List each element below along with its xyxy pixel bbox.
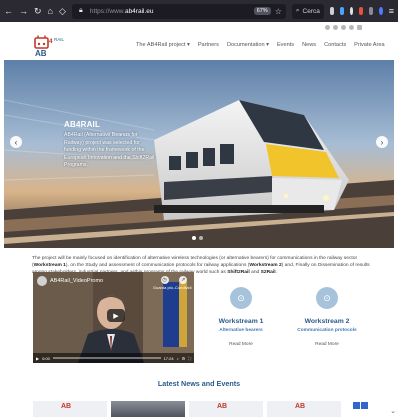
instagram-icon[interactable] bbox=[357, 25, 362, 30]
lock-icon: 🔒︎ bbox=[79, 7, 83, 14]
news-card[interactable]: AB bbox=[189, 401, 263, 417]
slider-next-button[interactable]: › bbox=[376, 136, 388, 148]
slider-dot[interactable] bbox=[192, 236, 196, 240]
hero-title: AB4RAIL bbox=[64, 120, 101, 129]
chevron-left-icon: ‹ bbox=[14, 137, 18, 147]
svg-text:AB: AB bbox=[35, 49, 47, 57]
floating-buttons bbox=[353, 402, 368, 409]
train-image bbox=[4, 60, 394, 248]
workstream-title: Workstream 1 bbox=[218, 318, 264, 325]
news-card[interactable] bbox=[111, 401, 185, 417]
nav-item-events[interactable]: Events bbox=[277, 42, 294, 48]
chevron-right-icon: › bbox=[380, 137, 384, 147]
extension-icon[interactable] bbox=[359, 7, 364, 15]
play-icon[interactable]: ▶ bbox=[36, 356, 39, 361]
news-card[interactable]: AB bbox=[33, 401, 107, 417]
reload-icon[interactable]: ↻ bbox=[34, 6, 42, 16]
fullscreen-icon[interactable]: ⛶ bbox=[188, 356, 191, 361]
play-icon: ▶ bbox=[113, 312, 119, 320]
svg-text:RAIL: RAIL bbox=[54, 37, 65, 42]
slider-dot[interactable] bbox=[199, 236, 203, 240]
facebook-icon[interactable] bbox=[325, 25, 330, 30]
current-time: 0:00 bbox=[42, 355, 50, 361]
share-button[interactable]: ↗ Condividi bbox=[175, 276, 191, 290]
video-title[interactable]: AB4Rail_VideoPromo bbox=[50, 278, 103, 284]
news-card[interactable]: AB bbox=[267, 401, 341, 417]
news-heading: Latest News and Events bbox=[157, 379, 241, 388]
nav-item-private-area[interactable]: Private Area bbox=[354, 42, 384, 48]
slider-pagination bbox=[192, 236, 203, 240]
bookmark-star-icon[interactable]: ☆ bbox=[275, 7, 282, 16]
menu-icon[interactable]: ≡ bbox=[389, 6, 394, 16]
hero-slider: AB4RAIL AB4Rail (Alternative Bearers for… bbox=[4, 60, 394, 248]
chat-icon[interactable] bbox=[353, 402, 360, 409]
nav-item-partners[interactable]: Partners bbox=[198, 42, 219, 48]
hero-description: AB4Rail (Alternative Bearers for Railway… bbox=[64, 132, 155, 168]
nav-item-news[interactable]: News bbox=[302, 42, 316, 48]
channel-avatar[interactable] bbox=[37, 276, 47, 286]
clock-icon: ◷ bbox=[160, 276, 169, 284]
workstream-subtitle: Alternative bearers bbox=[219, 328, 263, 333]
browser-toolbar: ← → ↻ ⌂ ◇ 🔒︎ https://www.ab4rail.eu 67% … bbox=[0, 0, 398, 22]
download-icon[interactable] bbox=[339, 7, 344, 15]
read-more-link[interactable]: Read More bbox=[198, 342, 284, 347]
shield-icon[interactable]: ◇ bbox=[59, 6, 66, 16]
address-bar[interactable]: 🔒︎ https://www.ab4rail.eu 67% ☆ bbox=[71, 3, 286, 19]
video-controls: ▶ 0:00 17:24 ♪ ⚙ ⛶ bbox=[33, 353, 194, 363]
url-text: https://www.ab4rail.eu bbox=[89, 7, 154, 15]
volume-icon[interactable]: ♪ bbox=[177, 356, 179, 361]
settings-icon[interactable]: ⚙ bbox=[182, 356, 186, 361]
zoom-badge[interactable]: 67% bbox=[253, 7, 271, 15]
slider-prev-button[interactable]: ‹ bbox=[10, 136, 22, 148]
svg-text:4: 4 bbox=[49, 38, 53, 45]
social-links bbox=[325, 25, 362, 30]
scroll-up-icon[interactable]: ⌄ bbox=[390, 407, 396, 415]
accessibility-icon[interactable] bbox=[361, 402, 368, 409]
extension-icon[interactable] bbox=[378, 7, 383, 15]
workstream-icon: ⊙ bbox=[230, 287, 252, 309]
video-player[interactable]: AB4Rail_VideoPromo ◷ Guarda più... ↗ Con… bbox=[33, 272, 194, 363]
extension-icon[interactable] bbox=[369, 7, 373, 15]
search-icon: ⌕ bbox=[295, 7, 300, 14]
forward-arrow-icon[interactable]: → bbox=[19, 6, 28, 16]
progress-bar[interactable] bbox=[52, 357, 161, 359]
card-logo: AB bbox=[61, 403, 72, 410]
card-logo: AB bbox=[217, 403, 228, 410]
pocket-icon[interactable] bbox=[329, 7, 334, 15]
nav-item-project[interactable]: The AB4Rail project ▾ bbox=[136, 42, 190, 48]
total-time: 17:24 bbox=[163, 355, 174, 361]
twitter-icon[interactable] bbox=[333, 25, 338, 30]
linkedin-icon[interactable] bbox=[341, 25, 346, 30]
main-navigation: The AB4Rail project ▾ Partners Documenta… bbox=[136, 42, 385, 48]
read-more-link[interactable]: Read More bbox=[284, 342, 370, 347]
search-placeholder: Cerca bbox=[302, 7, 320, 15]
news-cards: AB AB AB bbox=[33, 401, 341, 417]
search-input[interactable]: ⌕ Cerca bbox=[291, 3, 324, 19]
workstream-title: Workstream 2 bbox=[304, 318, 350, 325]
back-arrow-icon[interactable]: ← bbox=[4, 6, 13, 16]
share-icon: ↗ bbox=[179, 276, 188, 284]
workstream-subtitle: Communication protocols bbox=[297, 328, 357, 333]
workstream-1-card: ⊙ Workstream 1 Alternative bearers Read … bbox=[198, 287, 284, 347]
workstream-2-card: ⊙ Workstream 2 Communication protocols R… bbox=[284, 287, 370, 347]
youtube-icon[interactable] bbox=[349, 25, 354, 30]
home-icon[interactable]: ⌂ bbox=[48, 6, 53, 16]
play-button[interactable]: ▶ bbox=[107, 309, 125, 322]
web-page: 4 RAIL AB The AB4Rail project ▾ Partners… bbox=[0, 22, 398, 417]
watch-later-button[interactable]: ◷ Guarda più... bbox=[153, 276, 176, 290]
account-icon[interactable] bbox=[349, 7, 354, 15]
nav-item-documentation[interactable]: Documentation ▾ bbox=[227, 42, 269, 48]
site-logo[interactable]: 4 RAIL AB bbox=[34, 35, 68, 57]
nav-item-contacts[interactable]: Contacts bbox=[324, 42, 346, 48]
workstream-icon: ⊙ bbox=[316, 287, 338, 309]
card-logo: AB bbox=[295, 403, 306, 410]
